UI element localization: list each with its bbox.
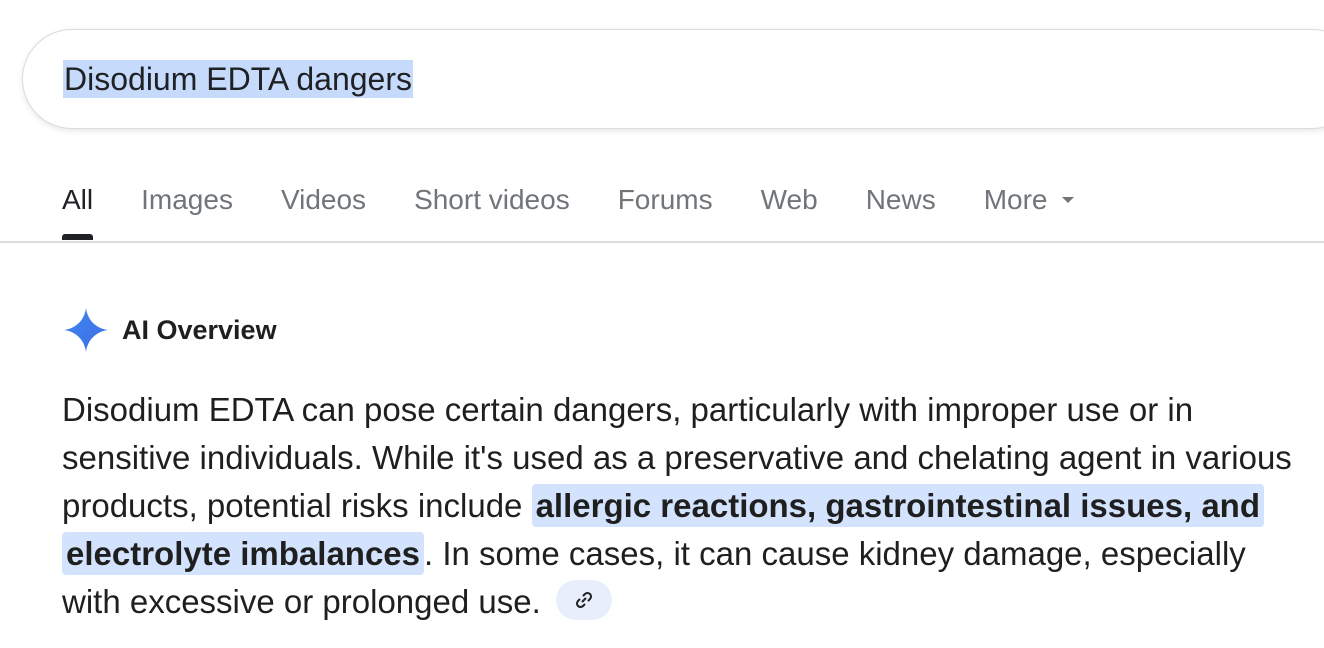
tab-web[interactable]: Web	[761, 178, 818, 222]
caret-down-icon	[1061, 196, 1074, 203]
tab-more[interactable]: More	[984, 178, 1074, 222]
tab-label: Forums	[617, 184, 713, 215]
tab-videos[interactable]: Videos	[281, 178, 366, 222]
tab-forums[interactable]: Forums	[618, 178, 713, 222]
tab-images[interactable]: Images	[141, 178, 233, 222]
tabs-divider	[0, 241, 1324, 243]
tab-label: Videos	[280, 184, 367, 215]
link-icon	[575, 592, 592, 609]
tab-short-videos[interactable]: Short videos	[414, 178, 570, 222]
ai-overview-text: Disodium EDTA can pose certain dangers, …	[62, 386, 1312, 626]
tab-label: Short videos	[414, 184, 570, 215]
search-bar[interactable]: Disodium EDTA dangers	[22, 29, 1324, 129]
tab-news[interactable]: News	[866, 178, 936, 222]
search-results-page: Disodium EDTA dangers All Images Videos …	[0, 0, 1324, 648]
search-query-text[interactable]: Disodium EDTA dangers	[63, 60, 413, 98]
tab-label: More	[983, 184, 1048, 215]
ai-overview-label: AI Overview	[122, 314, 277, 345]
ai-overview-header: AI Overview	[62, 306, 277, 354]
source-link-button[interactable]	[555, 580, 612, 621]
tab-label: Images	[141, 184, 233, 215]
tab-label: Web	[760, 184, 818, 215]
tab-all[interactable]: All	[62, 178, 94, 240]
search-tabs: All Images Videos Short videos Forums We…	[62, 178, 1122, 242]
tab-label: All	[62, 184, 94, 215]
sparkle-icon	[64, 308, 108, 352]
tab-label: News	[865, 184, 936, 215]
